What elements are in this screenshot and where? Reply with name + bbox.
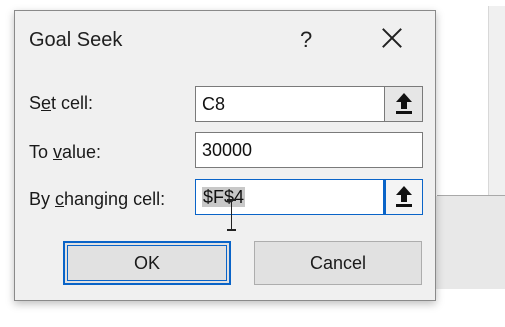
by-changing-cell-label: By changing cell: — [29, 189, 166, 209]
by-changing-cell-value: $F$4 — [202, 187, 246, 207]
spreadsheet-edge — [488, 6, 505, 196]
close-icon[interactable] — [377, 23, 407, 53]
set-cell-value: C8 — [202, 94, 226, 114]
dialog-title: Goal Seek — [29, 29, 123, 51]
set-cell-label: Set cell: — [29, 93, 94, 113]
to-value-label: To value: — [29, 142, 102, 162]
help-button[interactable]: ? — [300, 27, 312, 53]
spreadsheet-area — [425, 196, 505, 289]
ok-button[interactable]: OK — [63, 241, 231, 285]
text-cursor-icon — [227, 199, 236, 231]
spreadsheet-background — [0, 0, 505, 6]
goal-seek-dialog: Goal Seek ? Set cell: C8 To value: 30000… — [14, 10, 436, 301]
set-cell-input[interactable]: C8 — [195, 86, 423, 122]
set-cell-collapse-button[interactable] — [384, 87, 422, 121]
cancel-button[interactable]: Cancel — [254, 241, 422, 285]
collapse-dialog-icon — [396, 186, 412, 208]
collapse-dialog-icon — [395, 93, 412, 115]
by-changing-collapse-button[interactable] — [383, 179, 423, 215]
to-value-input[interactable]: 30000 — [195, 132, 423, 168]
cancel-label: Cancel — [309, 252, 367, 273]
to-value-value: 30000 — [202, 140, 253, 160]
